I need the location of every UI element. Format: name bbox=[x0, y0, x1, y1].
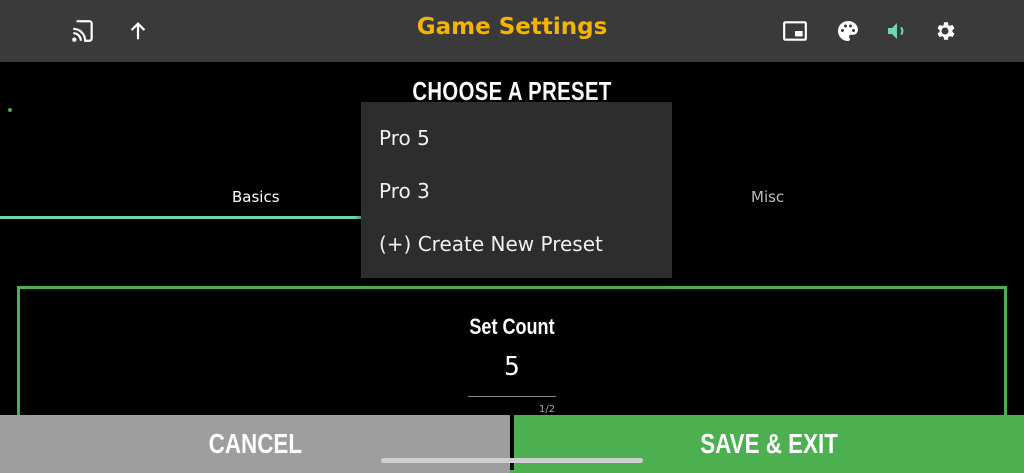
save-button-label: SAVE & EXIT bbox=[700, 428, 838, 459]
top-bar: Game Settings bbox=[0, 0, 1024, 62]
settings-gear-icon[interactable] bbox=[931, 17, 959, 45]
tab-basics[interactable]: Basics bbox=[232, 188, 280, 206]
menu-item-create-new-preset[interactable]: (+) Create New Preset bbox=[379, 232, 603, 256]
status-dot bbox=[8, 108, 12, 112]
save-and-exit-button[interactable]: SAVE & EXIT bbox=[514, 415, 1024, 473]
preset-dropdown-menu: Pro 5 Pro 3 (+) Create New Preset bbox=[361, 102, 672, 278]
set-count-input[interactable]: 5 bbox=[468, 352, 556, 382]
tab-misc[interactable]: Misc bbox=[751, 188, 784, 206]
set-count-hint: 1/2 bbox=[539, 404, 556, 415]
home-indicator[interactable] bbox=[381, 458, 643, 463]
set-count-underline bbox=[468, 396, 556, 397]
picture-in-picture-icon[interactable] bbox=[781, 17, 809, 45]
cancel-button[interactable]: CANCEL bbox=[0, 415, 510, 473]
set-count-label: Set Count bbox=[469, 314, 555, 339]
volume-icon[interactable] bbox=[883, 17, 911, 45]
menu-item-pro-3[interactable]: Pro 3 bbox=[379, 179, 430, 203]
palette-icon[interactable] bbox=[834, 17, 862, 45]
menu-item-pro-5[interactable]: Pro 5 bbox=[379, 126, 430, 150]
page-title: Game Settings bbox=[416, 14, 608, 40]
cancel-button-label: CANCEL bbox=[208, 428, 302, 459]
